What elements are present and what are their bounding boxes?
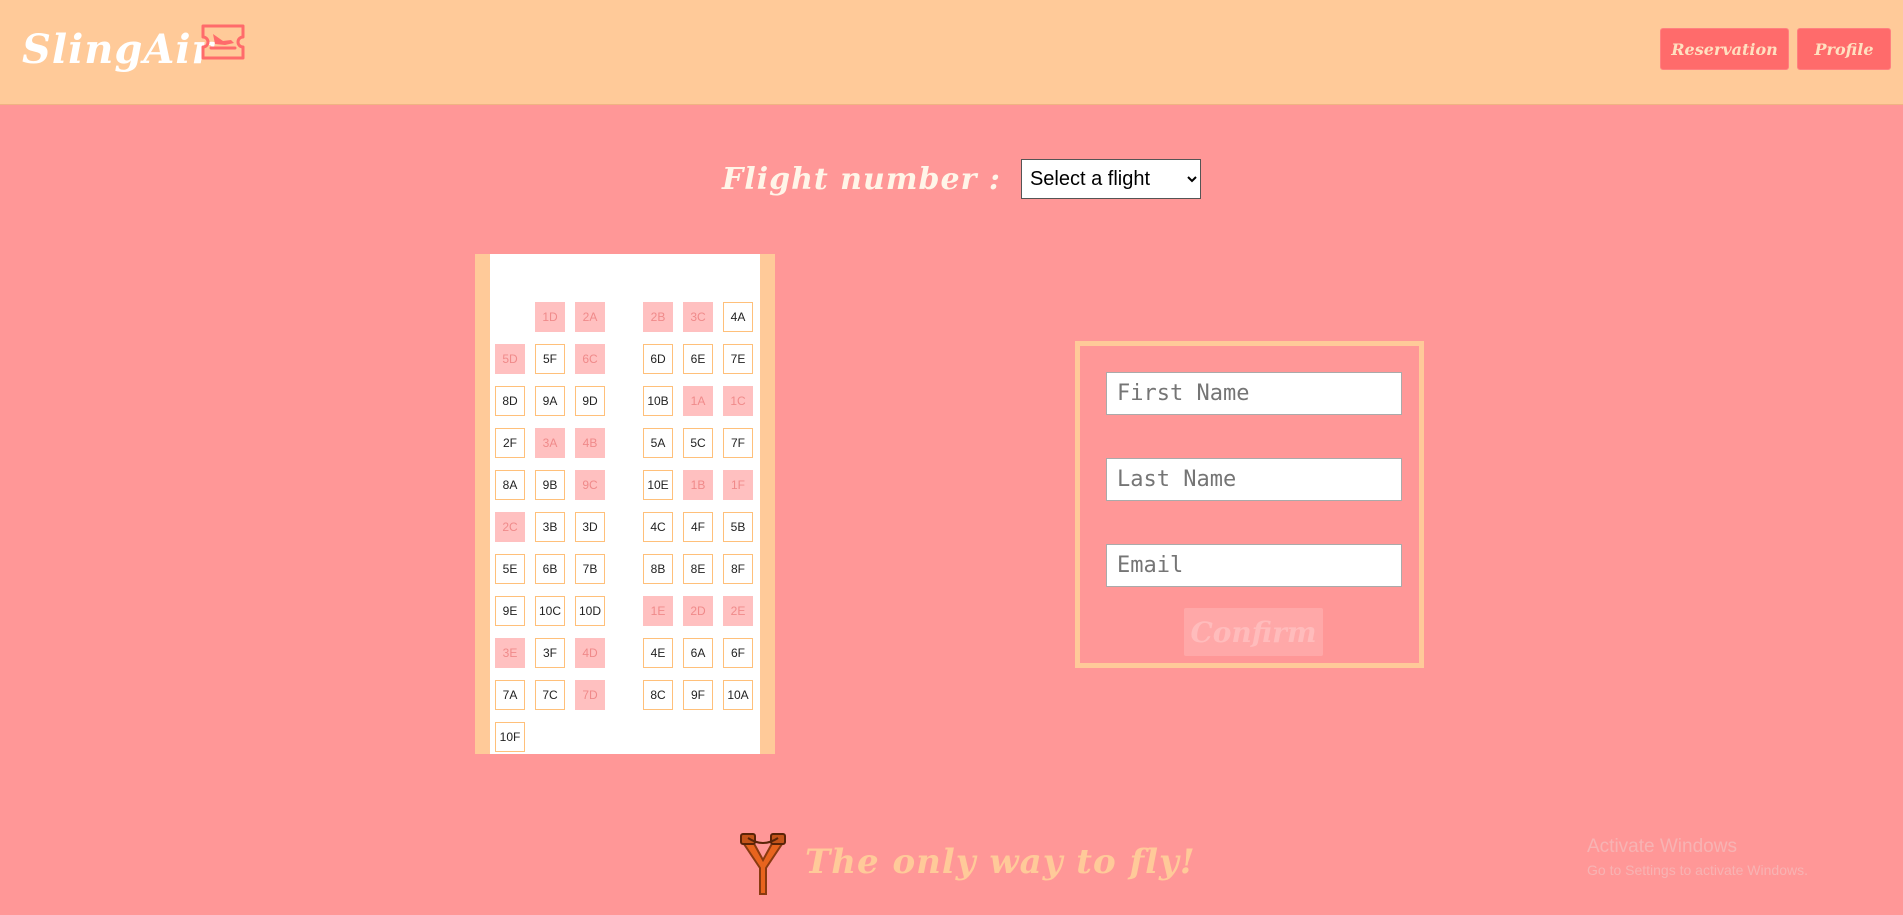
confirm-button[interactable]: Confirm — [1184, 608, 1323, 656]
seat-8C[interactable]: 8C — [643, 680, 673, 710]
activate-subtitle: Go to Settings to activate Windows. — [1587, 862, 1808, 878]
seat-6F[interactable]: 6F — [723, 638, 753, 668]
flight-select[interactable]: Select a flight — [1020, 159, 1201, 199]
seat-3A: 3A — [535, 428, 565, 458]
seat-8E[interactable]: 8E — [683, 554, 713, 584]
seat-9A[interactable]: 9A — [535, 386, 565, 416]
seat-6D[interactable]: 6D — [643, 344, 673, 374]
seat-10F[interactable]: 10F — [495, 722, 525, 752]
seat-6E[interactable]: 6E — [683, 344, 713, 374]
seat-1C: 1C — [723, 386, 753, 416]
seat-5A[interactable]: 5A — [643, 428, 673, 458]
first-name-field[interactable] — [1106, 372, 1402, 415]
seat-map: 1D 2A 2B 3C 4A 5D 5F 6C 6D 6E 7E 8D 9A 9D 10B 1A 1C 2F 3A 4… — [475, 254, 775, 754]
seat-8D[interactable]: 8D — [495, 386, 525, 416]
seat-2C: 2C — [495, 512, 525, 542]
seat-7F[interactable]: 7F — [723, 428, 753, 458]
nav-reservation-button[interactable]: Reservation — [1660, 28, 1789, 70]
booking-form: Confirm — [1075, 341, 1424, 668]
nav-profile-button[interactable]: Profile — [1797, 28, 1891, 70]
seat-10E[interactable]: 10E — [643, 470, 673, 500]
flight-selector: Flight number : Select a flight — [722, 158, 1201, 200]
seat-2E: 2E — [723, 596, 753, 626]
seat-5C[interactable]: 5C — [683, 428, 713, 458]
seat-2A: 2A — [575, 302, 605, 332]
seat-10C[interactable]: 10C — [535, 596, 565, 626]
email-field[interactable] — [1106, 544, 1402, 587]
tagline: The only way to fly! — [805, 842, 1196, 882]
seat-1F: 1F — [723, 470, 753, 500]
seat-2F[interactable]: 2F — [495, 428, 525, 458]
seat-4F[interactable]: 4F — [683, 512, 713, 542]
seat-9B[interactable]: 9B — [535, 470, 565, 500]
slingshot-icon — [740, 833, 786, 895]
seat-9E[interactable]: 9E — [495, 596, 525, 626]
seat-4D: 4D — [575, 638, 605, 668]
seat-6C: 6C — [575, 344, 605, 374]
seat-10B[interactable]: 10B — [643, 386, 673, 416]
seat-9C: 9C — [575, 470, 605, 500]
seat-1D: 1D — [535, 302, 565, 332]
seat-8A[interactable]: 8A — [495, 470, 525, 500]
plane-ticket-icon — [201, 24, 245, 60]
last-name-field[interactable] — [1106, 458, 1402, 501]
seat-7B[interactable]: 7B — [575, 554, 605, 584]
flight-number-label: Flight number : — [722, 161, 1001, 197]
seat-7A[interactable]: 7A — [495, 680, 525, 710]
activate-windows-watermark: Activate Windows Go to Settings to activ… — [1587, 836, 1808, 878]
activate-title: Activate Windows — [1587, 836, 1737, 857]
seat-3D[interactable]: 3D — [575, 512, 605, 542]
seat-7D: 7D — [575, 680, 605, 710]
logo-text[interactable]: SlingAir — [22, 26, 214, 73]
seat-9F[interactable]: 9F — [683, 680, 713, 710]
seat-4C[interactable]: 4C — [643, 512, 673, 542]
seat-10D[interactable]: 10D — [575, 596, 605, 626]
seat-6A[interactable]: 6A — [683, 638, 713, 668]
seat-5B[interactable]: 5B — [723, 512, 753, 542]
seat-3E: 3E — [495, 638, 525, 668]
seat-6B[interactable]: 6B — [535, 554, 565, 584]
seat-3B[interactable]: 3B — [535, 512, 565, 542]
seat-3C: 3C — [683, 302, 713, 332]
seat-5D: 5D — [495, 344, 525, 374]
seat-4A[interactable]: 4A — [723, 302, 753, 332]
seat-3F[interactable]: 3F — [535, 638, 565, 668]
seat-7E[interactable]: 7E — [723, 344, 753, 374]
seat-4E[interactable]: 4E — [643, 638, 673, 668]
seat-10A[interactable]: 10A — [723, 680, 753, 710]
seat-8F[interactable]: 8F — [723, 554, 753, 584]
seat-8B[interactable]: 8B — [643, 554, 673, 584]
seat-2D: 2D — [683, 596, 713, 626]
seat-7C[interactable]: 7C — [535, 680, 565, 710]
header: SlingAir Reservation Profile — [0, 0, 1903, 105]
seat-1B: 1B — [683, 470, 713, 500]
seat-1E: 1E — [643, 596, 673, 626]
seat-5F[interactable]: 5F — [535, 344, 565, 374]
seat-2B: 2B — [643, 302, 673, 332]
seat-9D[interactable]: 9D — [575, 386, 605, 416]
seat-4B: 4B — [575, 428, 605, 458]
seat-1A: 1A — [683, 386, 713, 416]
seat-5E[interactable]: 5E — [495, 554, 525, 584]
